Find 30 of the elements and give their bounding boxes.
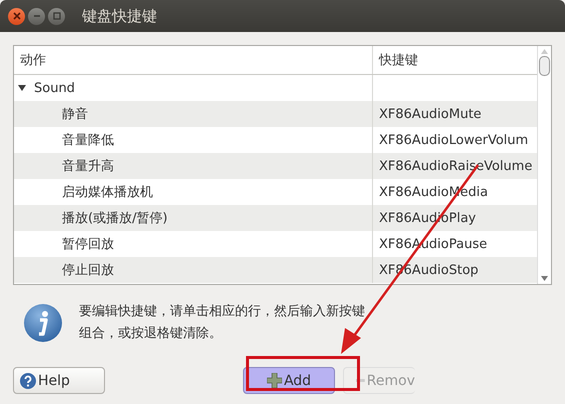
minimize-icon: [32, 12, 40, 20]
action-label: Sound: [34, 80, 75, 96]
column-header[interactable]: 动作: [14, 46, 372, 74]
scroll-thumb[interactable]: [539, 56, 550, 76]
scroll-down-icon[interactable]: [541, 276, 548, 281]
maximize-button[interactable]: [48, 8, 65, 24]
minimize-button[interactable]: [28, 8, 45, 24]
info-icon: [23, 303, 63, 343]
shortcut-label: XF86AudioRaiseVolume: [379, 158, 532, 174]
action-label: 启动媒体播放机: [62, 184, 153, 201]
close-button[interactable]: [8, 8, 25, 24]
minus-icon: [356, 378, 365, 383]
shortcut-label: XF86AudioMute: [379, 106, 482, 122]
action-label: 暂停回放: [62, 236, 114, 253]
maximize-icon: [52, 12, 60, 20]
close-icon: [12, 12, 20, 20]
expander-icon[interactable]: [18, 84, 28, 92]
scrollbar[interactable]: [537, 46, 551, 284]
action-label: 音量升高: [62, 158, 114, 175]
action-label: 播放(或播放/暂停): [62, 210, 168, 227]
shortcut-label: XF86AudioLowerVolum: [379, 132, 528, 148]
info-message: 要编辑快捷键，请单击相应的行，然后输入新按键组合，或按退格键清除。: [79, 303, 366, 343]
action-label: 音量降低: [62, 132, 114, 149]
window-title: 键盘快捷键: [82, 6, 157, 26]
action-label: 停止回放: [62, 262, 114, 279]
action-label: 静音: [62, 106, 88, 123]
help-icon: [20, 372, 36, 388]
column-header[interactable]: 快捷键: [372, 46, 537, 74]
help-button[interactable]: Help: [13, 367, 105, 394]
plus-icon: [266, 373, 282, 388]
